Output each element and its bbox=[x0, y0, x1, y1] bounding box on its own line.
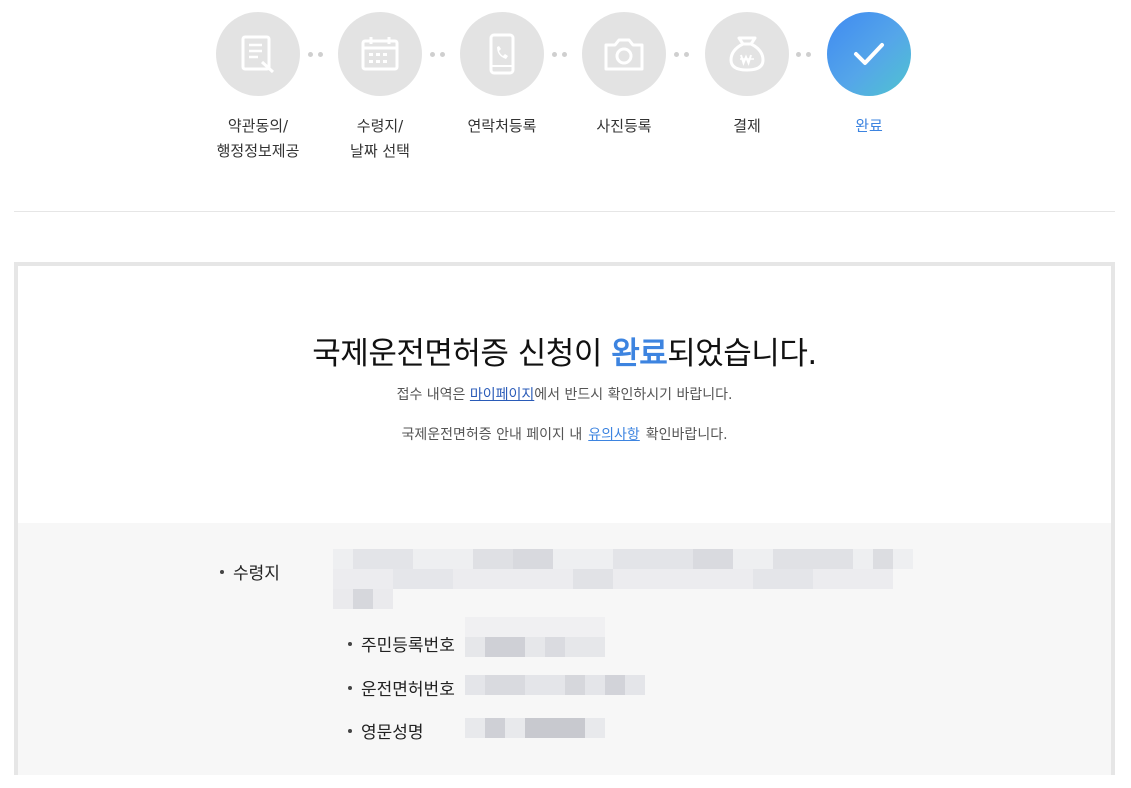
license-number-redacted bbox=[465, 675, 645, 695]
step-label-complete: 완료 bbox=[855, 117, 883, 135]
label-text: 영문성명 bbox=[361, 723, 424, 743]
mypage-notice: 접수 내역은 마이페이지에서 반드시 확인하시기 바랍니다. bbox=[18, 384, 1111, 404]
step-progress: 약관동의/ 행정정보제공 수령지/ 날짜 선택 연락처등록 사진등록 결제 완료 bbox=[0, 0, 1131, 200]
headline-text: 국제운전면허증 신청이 bbox=[312, 336, 612, 372]
caution-link[interactable]: 유의사항 bbox=[588, 427, 640, 443]
step-label-contact: 연락처등록 bbox=[467, 117, 537, 135]
step-connector bbox=[430, 52, 445, 57]
calendar-icon bbox=[361, 37, 399, 71]
headline-text-end: 되었습니다. bbox=[667, 336, 817, 372]
caution-notice: 국제운전면허증 안내 페이지 내 유의사항 확인바랍니다. bbox=[18, 424, 1111, 444]
won-money-icon bbox=[729, 36, 765, 72]
camera-icon bbox=[604, 38, 644, 71]
mypage-link[interactable]: 마이페이지 bbox=[470, 387, 534, 403]
label-text: 운전면허번호 bbox=[361, 680, 455, 700]
license-number-label: 운전면허번호 bbox=[348, 675, 455, 700]
headline-highlight: 완료 bbox=[611, 336, 668, 372]
check-icon bbox=[854, 43, 884, 65]
completion-panel: 국제운전면허증 신청이 완료되었습니다. 접수 내역은 마이페이지에서 반드시 … bbox=[14, 262, 1115, 775]
step-label-pickup: 수령지/ 날짜 선택 bbox=[350, 117, 410, 160]
completion-headline: 국제운전면허증 신청이 완료되었습니다. bbox=[18, 328, 1111, 373]
label-text: 수령지 bbox=[233, 564, 280, 584]
step-label-payment: 결제 bbox=[733, 117, 761, 135]
notice-text-end: 에서 반드시 확인하시기 바랍니다. bbox=[534, 387, 733, 403]
step-connector bbox=[674, 52, 689, 57]
step-label-terms: 약관동의/ 행정정보제공 bbox=[216, 117, 300, 160]
english-name-label: 영문성명 bbox=[348, 718, 424, 743]
resident-number-label: 주민등록번호 bbox=[348, 631, 455, 656]
step-connector bbox=[796, 52, 811, 57]
step-connector bbox=[308, 52, 323, 57]
label-text: 주민등록번호 bbox=[361, 636, 455, 656]
step-terms-circle bbox=[216, 12, 300, 96]
step-contact-circle bbox=[460, 12, 544, 96]
application-info: 수령지 주민등록번호 운전면허번호 영문성명 bbox=[18, 523, 1111, 775]
step-connector bbox=[552, 52, 567, 57]
pickup-location-redacted bbox=[333, 549, 913, 611]
notice-text-end: 확인바랍니다. bbox=[645, 427, 728, 443]
section-divider bbox=[14, 211, 1115, 212]
step-complete-circle bbox=[827, 12, 911, 96]
step-payment-circle bbox=[705, 12, 789, 96]
step-photo-circle bbox=[582, 12, 666, 96]
phone-icon bbox=[489, 33, 515, 75]
resident-number-redacted bbox=[465, 617, 605, 657]
pickup-location-label: 수령지 bbox=[220, 559, 280, 584]
step-label-photo: 사진등록 bbox=[596, 117, 652, 135]
notice-text: 국제운전면허증 안내 페이지 내 bbox=[401, 427, 583, 443]
english-name-redacted bbox=[465, 718, 605, 738]
document-icon bbox=[241, 35, 275, 74]
notice-text: 접수 내역은 bbox=[396, 387, 470, 403]
step-pickup-circle bbox=[338, 12, 422, 96]
